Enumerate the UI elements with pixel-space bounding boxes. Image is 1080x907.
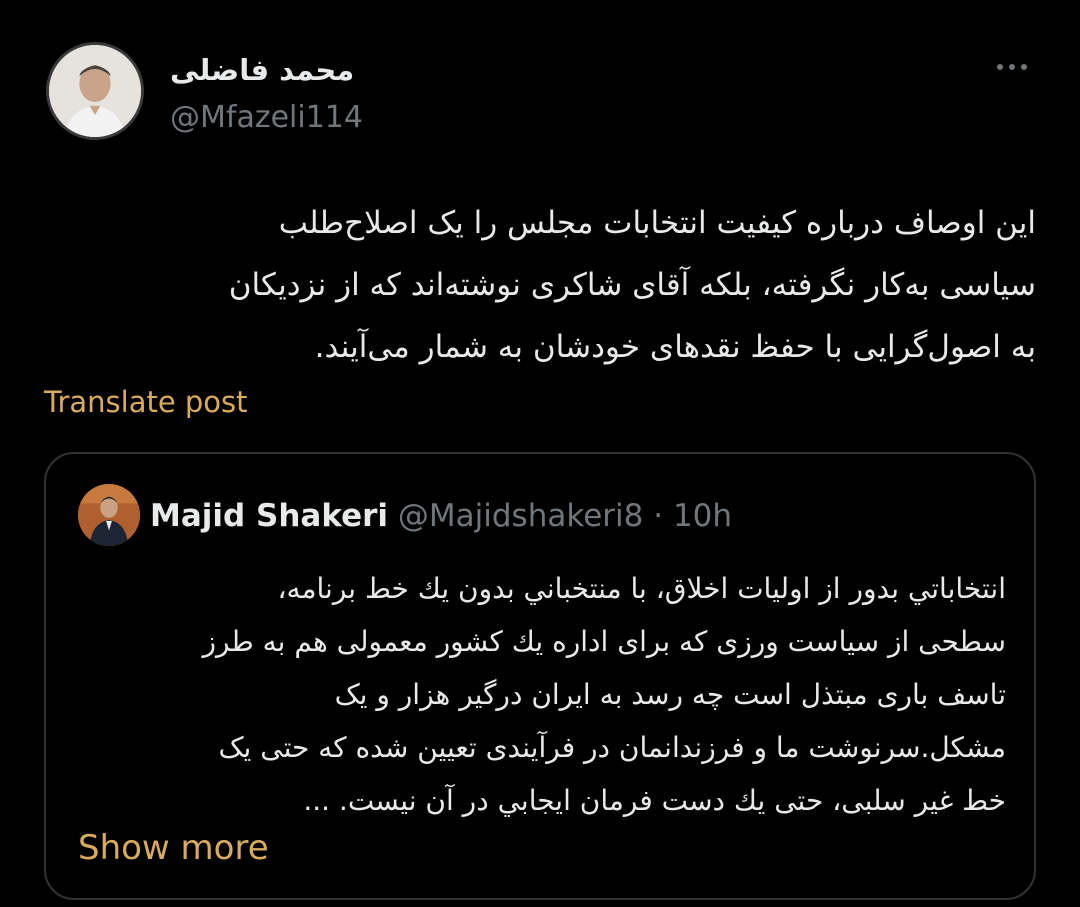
more-options-button[interactable] [990, 52, 1034, 82]
author-handle[interactable]: @Mfazeli114 [170, 98, 363, 138]
quoted-author-name[interactable]: Majid Shakeri [150, 498, 388, 534]
author-avatar[interactable] [46, 42, 144, 140]
quoted-post-text: انتخاباتي بدور از اولیات اخلاق، با منتخب… [76, 562, 1007, 827]
translate-post-link[interactable]: Translate post [44, 382, 248, 422]
profile-photo-icon [78, 484, 140, 546]
author-display-name[interactable]: محمد فاضلی [170, 50, 354, 90]
quoted-author-avatar[interactable] [78, 484, 140, 546]
quoted-text-line: خط غیر سلبی، حتی يك دست فرمان ایجابي در … [303, 784, 1006, 817]
post-text: این اوصاف درباره کیفیت انتخابات مجلس را … [40, 192, 1036, 378]
quoted-post-header: Majid Shakeri @Majidshakeri8 · 10h [150, 494, 732, 538]
quoted-text-line: سطحی از سیاست ورزی که برای اداره يك كشور… [202, 625, 1007, 658]
quoted-post-time[interactable]: 10h [673, 498, 732, 534]
more-dot-icon [1021, 64, 1027, 70]
post-text-line: به اصول‌گرایی با حفظ نقدهای خودشان به شم… [314, 329, 1036, 365]
quoted-post-card[interactable]: Majid Shakeri @Majidshakeri8 · 10h انتخا… [44, 452, 1036, 900]
quoted-text-line: مشكل.سرنوشت ما و فرزندانمان در فرآیندی ت… [218, 731, 1006, 764]
more-dot-icon [1009, 64, 1015, 70]
quoted-author-handle[interactable]: @Majidshakeri8 [398, 498, 643, 534]
quoted-text-line: انتخاباتي بدور از اولیات اخلاق، با منتخب… [277, 572, 1006, 605]
post-text-line: این اوصاف درباره کیفیت انتخابات مجلس را … [278, 205, 1036, 241]
show-more-link[interactable]: Show more [78, 826, 269, 870]
more-dot-icon [997, 64, 1003, 70]
header-separator: · [653, 498, 664, 534]
post-text-line: سیاسی به‌کار نگرفته، بلکه آقای شاکری نوش… [228, 267, 1036, 303]
profile-photo-icon [49, 45, 141, 137]
quoted-text-line: تاسف باری مبتذل است چه رسد به ایران درگی… [334, 678, 1006, 711]
